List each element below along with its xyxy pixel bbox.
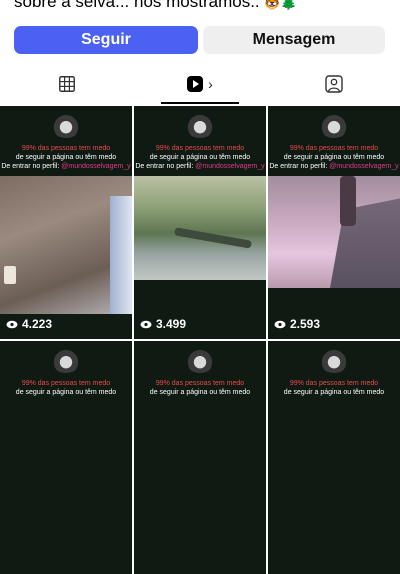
channel-logo — [319, 349, 349, 373]
reel-caption-line1: 99% das pessoas tem medo — [289, 145, 379, 152]
eye-icon — [274, 320, 286, 328]
reel-caption-line3: De entrar no perfil: @mundosselvagem_y — [269, 163, 399, 170]
bio-text: sobre a selva... nos mostramos.. — [14, 0, 260, 11]
reel-tile[interactable]: 99% das pessoas tem medo de seguir a pág… — [134, 341, 266, 574]
reel-caption-line1: 99% das pessoas tem medo — [21, 145, 111, 152]
profile-bio: sobre a selva... nos mostramos.. 🐯🌲 — [14, 0, 297, 12]
view-count: 3.499 — [140, 317, 186, 331]
tab-posts-grid[interactable] — [0, 62, 133, 106]
profile-handle: @mundosselvagem_y — [61, 163, 131, 170]
eye-icon — [140, 320, 152, 328]
reel-caption-line2: de seguir a página ou têm medo — [149, 154, 251, 161]
reel-thumbnail — [0, 176, 132, 314]
channel-logo — [51, 114, 81, 138]
tagged-person-icon — [324, 75, 343, 93]
reel-caption-line2: de seguir a página ou têm medo — [283, 389, 385, 396]
profile-handle: @mundosselvagem_y — [329, 163, 399, 170]
bio-emojis: 🐯🌲 — [264, 0, 297, 10]
channel-logo — [185, 349, 215, 373]
reel-caption-line2: de seguir a página ou têm medo — [15, 154, 117, 161]
reel-caption-line2: de seguir a página ou têm medo — [283, 154, 385, 161]
reel-caption-line2: de seguir a página ou têm medo — [149, 389, 251, 396]
reel-tile[interactable]: 99% das pessoas tem medo de seguir a pág… — [0, 341, 132, 574]
reel-caption-line1: 99% das pessoas tem medo — [155, 380, 245, 387]
reel-caption-line1: 99% das pessoas tem medo — [21, 380, 111, 387]
follow-button[interactable]: Seguir — [14, 26, 198, 54]
channel-logo — [185, 114, 215, 138]
reel-caption-line1: 99% das pessoas tem medo — [155, 145, 245, 152]
active-tab-indicator — [161, 102, 239, 104]
reel-thumbnail — [268, 176, 400, 288]
reel-caption-line3: De entrar no perfil: @mundosselvagem_y — [1, 163, 131, 170]
reel-tile[interactable]: 99% das pessoas tem medo de seguir a pág… — [268, 341, 400, 574]
reel-tile[interactable]: 99% das pessoas tem medo de seguir a pág… — [268, 106, 400, 339]
reel-caption-line3: De entrar no perfil: @mundosselvagem_y — [135, 163, 265, 170]
reel-caption-line2: de seguir a página ou têm medo — [15, 389, 117, 396]
view-count: 2.593 — [274, 317, 320, 331]
view-count: 4.223 — [6, 317, 52, 331]
profile-tabs: › — [0, 62, 400, 106]
message-button[interactable]: Mensagem — [203, 26, 385, 54]
reels-icon — [187, 76, 204, 92]
reel-caption-line1: 99% das pessoas tem medo — [289, 380, 379, 387]
tab-reels[interactable]: › — [133, 62, 267, 106]
reel-thumbnail — [134, 176, 266, 280]
reel-tile[interactable]: 99% das pessoas tem medo de seguir a pág… — [134, 106, 266, 339]
grid-icon — [58, 76, 75, 92]
chevron-right-icon: › — [208, 76, 213, 92]
channel-logo — [319, 114, 349, 138]
channel-logo — [51, 349, 81, 373]
tab-tagged[interactable] — [267, 62, 400, 106]
reel-tile[interactable]: 99% das pessoas tem medo de seguir a pág… — [0, 106, 132, 339]
eye-icon — [6, 320, 18, 328]
profile-handle: @mundosselvagem_y — [195, 163, 265, 170]
